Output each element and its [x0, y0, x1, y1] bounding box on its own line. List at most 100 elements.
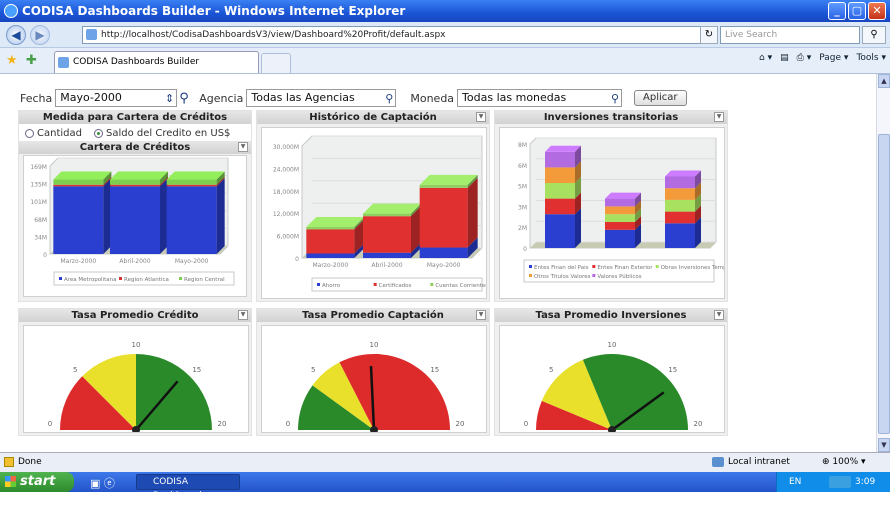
vertical-scrollbar[interactable]: ▲ ▼ [876, 74, 890, 452]
quicklaunch-icons[interactable]: ▣ ⓔ [90, 475, 115, 491]
taskbar-item-ie[interactable]: CODISA Dashboards ... [136, 474, 240, 501]
y-tick-label: 12,000M [273, 211, 299, 218]
legend-label: Obras Inversiones Temp [661, 265, 724, 271]
windows-flag-icon [5, 476, 16, 487]
tray-icons[interactable] [829, 476, 851, 488]
collapse-inversiones-button[interactable]: ▼ [714, 112, 724, 122]
gauge-tick-label: 0 [286, 420, 290, 428]
gauge-tick-label: 10 [370, 341, 379, 349]
historico-chart: 0 6,000M 12,000M 18,000M 24,000M 30,000M Marzo… [261, 127, 488, 299]
bar-segment [605, 222, 635, 230]
inversiones-panel: Inversiones transitorias ▼ 0 2M 3M 5M 6M 8M Ent… [494, 110, 728, 302]
maximize-button[interactable]: ▢ [848, 2, 866, 20]
refresh-button[interactable]: ↻ [700, 26, 718, 44]
live-search-input[interactable]: Live Search [720, 26, 860, 44]
scroll-up-button[interactable]: ▲ [878, 74, 890, 88]
clock: 3:09 PM [855, 477, 876, 507]
gauge-tick-label: 5 [311, 366, 315, 374]
search-moneda-icon[interactable]: ⚲ [611, 91, 619, 107]
gauge-tick-label: 20 [694, 420, 703, 428]
saldo-radio[interactable]: Saldo del Credito en US$ [93, 128, 230, 139]
zoom-value: 100% [832, 457, 859, 467]
bar-segment [53, 179, 104, 185]
search-icon[interactable]: ⚲ [862, 26, 886, 44]
search-fecha-icon[interactable]: ⚲ [179, 91, 195, 106]
agencia-field[interactable]: Todas las Agencias ⚲ [246, 89, 397, 107]
moneda-value: Todas las monedas [462, 91, 567, 104]
status-done: Done [18, 457, 42, 467]
collapse-tasa-credito-button[interactable]: ▼ [238, 310, 248, 320]
fecha-select[interactable]: Mayo-2000 ⇕ [55, 89, 178, 107]
status-bar: Done Local intranet ⊕ 100% ▾ [0, 452, 890, 472]
bar-segment [110, 186, 160, 254]
search-agencia-icon[interactable]: ⚲ [385, 91, 393, 107]
legend-swatch [529, 274, 532, 277]
bar-segment [545, 167, 575, 183]
y-tick-label: 24,000M [273, 166, 299, 173]
tasa-inversiones-gauge: 0 5 10 15 20 [499, 325, 725, 434]
bar-segment [545, 198, 575, 215]
page-menu[interactable]: Page ▾ [819, 53, 848, 63]
legend-swatch [592, 274, 596, 277]
tasa-credito-gauge: 0 5 10 15 20 [23, 325, 249, 434]
zoom-level[interactable]: ⊕ 100% ▾ [822, 453, 866, 471]
bar-segment [605, 229, 635, 248]
saldo-radio-dot [93, 129, 103, 138]
y-tick-label: 18,000M [273, 189, 299, 196]
legend-swatch [59, 277, 62, 280]
back-button[interactable]: ◀ [6, 25, 26, 45]
browser-tab[interactable]: CODISA Dashboards Builder [54, 51, 259, 73]
print-icon[interactable]: ⎙ ▾ [797, 53, 812, 63]
intranet-icon [712, 457, 724, 467]
close-button[interactable]: ✕ [868, 2, 886, 20]
cartera-panel: Medida para Cartera de Créditos Cantidad… [18, 110, 252, 302]
cartera-chart: 0 34M 68M 101M 135M 169M Marzo-2000 Abril-2000 M… [23, 155, 247, 297]
bar-segment [53, 184, 104, 187]
collapse-historico-button[interactable]: ▼ [476, 112, 486, 122]
bar-segment [605, 198, 635, 207]
scroll-thumb[interactable] [878, 134, 890, 434]
bar-segment [419, 187, 468, 248]
agencia-label: Agencia [199, 91, 244, 105]
moneda-field[interactable]: Todas las monedas ⚲ [457, 89, 623, 107]
tasa-inversiones-header: Tasa Promedio Inversiones ▼ [495, 309, 727, 322]
add-favorites-icon[interactable]: ✚ [26, 53, 37, 68]
legend-swatch [119, 277, 122, 280]
bar-segment [166, 186, 217, 254]
favorites-star-icon[interactable]: ★ [6, 53, 18, 68]
gauge-tick-label: 0 [48, 420, 52, 428]
collapse-tasa-inversiones-button[interactable]: ▼ [714, 310, 724, 320]
collapse-cartera-button[interactable]: ▼ [238, 142, 248, 152]
legend-label: Area Metropolitana [64, 277, 117, 283]
start-button[interactable]: start [0, 472, 74, 492]
legend-swatch [655, 265, 659, 268]
tasa-captacion-gauge: 0 5 10 15 20 [261, 325, 487, 434]
address-url: http://localhost/CodisaDashboardsV3/view… [101, 30, 446, 40]
address-bar[interactable]: http://localhost/CodisaDashboardsV3/view… [82, 26, 712, 44]
cartera-title: Cartera de Créditos [79, 142, 191, 153]
feeds-icon[interactable]: ▤ [780, 53, 789, 63]
minimize-button[interactable]: _ [828, 2, 846, 20]
tab-bar: ★ ✚ CODISA Dashboards Builder ⌂ ▾ ▤ ⎙ ▾ … [0, 48, 890, 74]
home-icon[interactable]: ⌂ ▾ [759, 53, 772, 63]
bar-segment [665, 223, 695, 248]
bar-segment [53, 186, 104, 254]
forward-button[interactable]: ▶ [30, 25, 50, 45]
spinner-icon[interactable]: ⇕ [165, 91, 174, 107]
tab-page-icon [58, 57, 69, 68]
legend-label: Cuentas Corrientes [435, 283, 486, 289]
language-indicator[interactable]: EN [789, 472, 801, 492]
bar-segment [419, 247, 468, 258]
window-titlebar: CODISA Dashboards Builder - Windows Inte… [0, 0, 890, 22]
cantidad-radio[interactable]: Cantidad [25, 128, 82, 139]
bar-segment [545, 183, 575, 199]
tools-menu[interactable]: Tools ▾ [856, 53, 886, 63]
new-tab-button[interactable] [261, 53, 291, 73]
gauge-tick-label: 5 [73, 366, 77, 374]
scroll-down-button[interactable]: ▼ [878, 438, 890, 452]
collapse-tasa-captacion-button[interactable]: ▼ [476, 310, 486, 320]
legend-swatch [529, 265, 532, 268]
legend-swatch [373, 283, 377, 286]
filter-bar: Fecha Mayo-2000 ⇕ ⚲ Agencia Todas las Ag… [20, 88, 687, 108]
aplicar-button[interactable]: Aplicar [634, 90, 687, 106]
